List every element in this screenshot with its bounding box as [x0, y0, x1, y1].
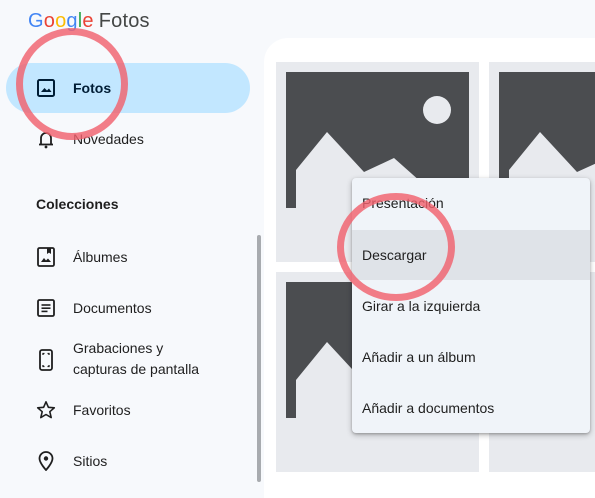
menu-item-presentacion[interactable]: Presentación — [352, 178, 590, 228]
sidebar-item-fotos[interactable]: Fotos — [6, 63, 250, 113]
menu-item-anadir-documentos[interactable]: Añadir a documentos — [352, 383, 590, 433]
sidebar-item-label: Novedades — [73, 130, 144, 147]
sidebar-item-documentos[interactable]: Documentos — [6, 283, 250, 333]
logo-letter: G — [28, 10, 44, 32]
google-photos-logo[interactable]: Go o g l e Fotos — [28, 10, 150, 33]
star-icon — [34, 398, 58, 422]
location-pin-icon — [34, 449, 58, 473]
sidebar-item-albumes[interactable]: Álbumes — [6, 232, 250, 282]
photo-icon — [34, 76, 58, 100]
sidebar-scrollbar[interactable] — [257, 235, 261, 482]
menu-item-descargar[interactable]: Descargar — [352, 230, 590, 280]
sidebar-item-novedades[interactable]: Novedades — [6, 114, 250, 164]
sidebar-item-label-line2: capturas de pantalla — [73, 361, 200, 377]
logo-letter: g — [66, 10, 78, 32]
sidebar-item-grabaciones-capturas[interactable]: Grabaciones y capturas de pantalla — [6, 334, 250, 386]
logo-letter: e — [82, 10, 94, 32]
logo-letter: o — [55, 10, 67, 32]
sidebar-item-favoritos[interactable]: Favoritos — [6, 385, 250, 435]
phone-screenshot-icon — [34, 348, 58, 372]
photo-context-menu: Presentación Descargar Girar a la izquie… — [352, 178, 590, 433]
menu-item-girar-izquierda[interactable]: Girar a la izquierda — [352, 281, 590, 331]
sidebar-item-label: Fotos — [73, 79, 112, 96]
sidebar-item-label: Álbumes — [73, 248, 128, 265]
sidebar-item-label: Grabaciones y — [73, 340, 164, 356]
logo-letter: o — [43, 10, 56, 32]
menu-item-label: Añadir a documentos — [362, 400, 495, 416]
menu-item-label: Descargar — [362, 247, 427, 263]
sidebar-item-label: Sitios — [73, 452, 108, 469]
collections-heading: Colecciones — [36, 196, 119, 212]
menu-item-label: Añadir a un álbum — [362, 349, 476, 365]
album-icon — [34, 245, 58, 269]
sidebar-item-label: Favoritos — [73, 401, 131, 418]
menu-item-label: Girar a la izquierda — [362, 298, 481, 314]
product-name: Fotos — [98, 10, 150, 32]
document-icon — [34, 296, 58, 320]
bell-icon — [34, 127, 58, 151]
sidebar-item-label: Documentos — [73, 299, 152, 316]
menu-item-anadir-album[interactable]: Añadir a un álbum — [352, 332, 590, 382]
sidebar-item-sitios[interactable]: Sitios — [6, 436, 250, 486]
menu-item-label: Presentación — [362, 195, 444, 211]
